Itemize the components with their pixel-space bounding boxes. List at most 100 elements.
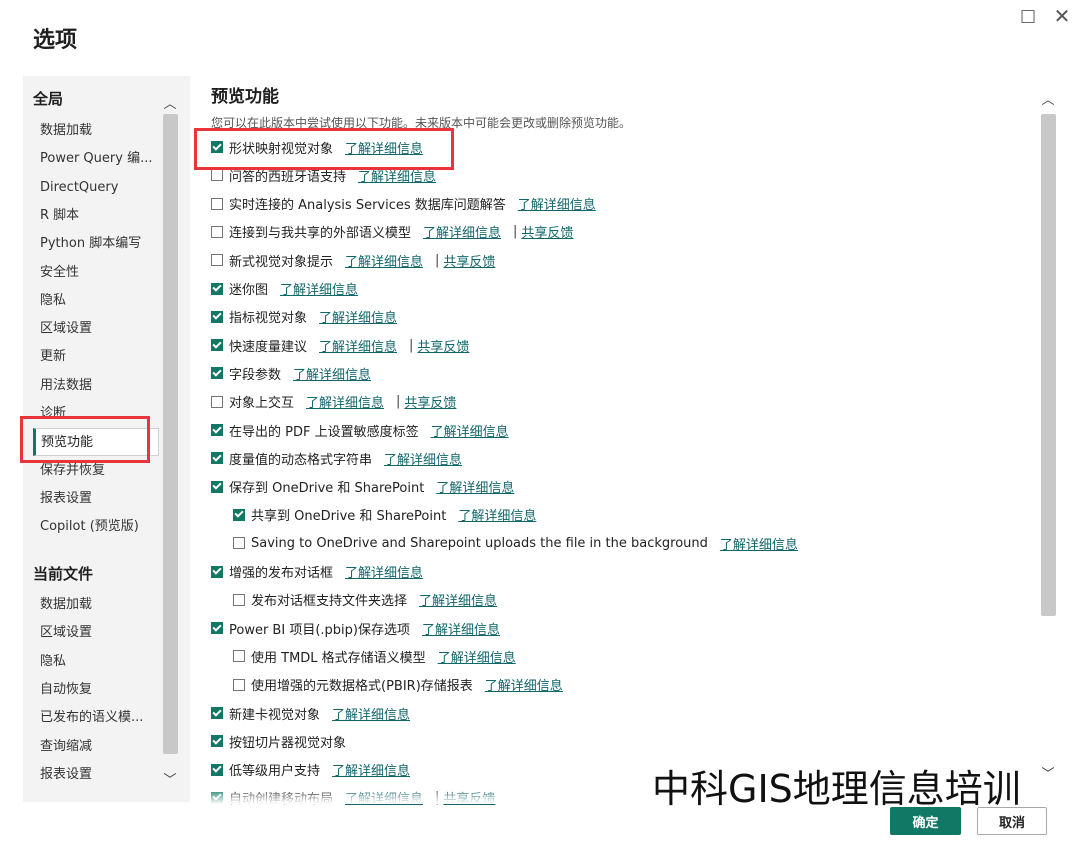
feature-label: 按钮切片器视觉对象 [229, 735, 347, 751]
sidebar-item[interactable]: 区域设置 [33, 315, 159, 343]
sidebar-scroll-thumb[interactable] [163, 114, 178, 754]
checkbox[interactable] [211, 452, 223, 465]
sidebar-scrollbar[interactable]: ︿ ﹀ [162, 92, 179, 792]
feature-option: 新建卡视觉对象 了解详细信息 [211, 702, 410, 724]
learn-more-link[interactable]: 了解详细信息 [280, 279, 358, 298]
main-scroll-thumb[interactable] [1041, 114, 1056, 616]
sidebar-item[interactable]: 数据加载 [33, 117, 159, 145]
sidebar-item[interactable]: 报表设置 [33, 761, 159, 789]
sidebar-item[interactable]: DirectQuery [33, 174, 159, 202]
checkbox[interactable] [211, 480, 223, 493]
learn-more-link[interactable]: 了解详细信息 [436, 477, 514, 496]
learn-more-link[interactable]: 了解详细信息 [720, 534, 798, 553]
learn-more-link[interactable]: 了解详细信息 [319, 336, 397, 355]
learn-more-link[interactable]: 了解详细信息 [422, 619, 500, 638]
checkbox[interactable] [211, 367, 223, 380]
checkbox[interactable] [233, 678, 245, 691]
checkbox[interactable] [211, 282, 223, 295]
learn-more-link[interactable]: 了解详细信息 [345, 251, 423, 270]
checkbox[interactable] [233, 650, 245, 663]
sidebar-item[interactable]: 预览功能 [33, 428, 159, 457]
ok-button[interactable]: 确定 [890, 807, 961, 835]
share-feedback-link[interactable]: 共享反馈 [417, 336, 469, 355]
checkbox[interactable] [211, 707, 223, 719]
sidebar-item[interactable]: 已发布的语义模... [33, 704, 159, 732]
sidebar-item[interactable]: 报表设置 [33, 485, 159, 513]
checkbox[interactable] [211, 339, 223, 352]
section-description: 您可以在此版本中尝试使用以下功能。未来版本中可能会更改或删除预览功能。 [211, 116, 632, 130]
feature-label: Power BI 项目(.pbip)保存选项 [229, 622, 410, 638]
feature-label: 低等级用户支持 [229, 764, 321, 780]
checkbox[interactable] [211, 735, 223, 748]
sidebar-item[interactable]: 诊断 [33, 400, 159, 428]
sidebar-item[interactable]: 安全性 [33, 259, 159, 287]
checkbox[interactable] [211, 141, 223, 153]
cancel-button[interactable]: 取消 [977, 807, 1047, 835]
learn-more-link[interactable]: 了解详细信息 [419, 590, 497, 609]
feature-option: 在导出的 PDF 上设置敏感度标签 了解详细信息 [211, 419, 509, 441]
checkbox[interactable] [233, 508, 245, 521]
sidebar-item[interactable]: 区域设置 [33, 619, 159, 647]
share-feedback-link[interactable]: 共享反馈 [521, 222, 573, 241]
separator: | [435, 252, 440, 268]
learn-more-link[interactable]: 了解详细信息 [332, 704, 410, 723]
checkbox[interactable] [211, 197, 223, 210]
checkbox[interactable] [233, 593, 245, 606]
learn-more-link[interactable]: 了解详细信息 [319, 307, 397, 326]
main-scrollbar[interactable]: ︿ ﹀ [1040, 88, 1057, 782]
learn-more-link[interactable]: 了解详细信息 [293, 364, 371, 383]
checkbox[interactable] [211, 622, 223, 635]
chevron-down-icon[interactable]: ﹀ [1040, 764, 1056, 782]
feature-label: 形状映射视觉对象 [229, 141, 334, 157]
learn-more-link[interactable]: 了解详细信息 [345, 562, 423, 581]
checkbox[interactable] [211, 254, 223, 267]
learn-more-link[interactable]: 了解详细信息 [358, 166, 436, 185]
sidebar-item[interactable]: 更新 [33, 343, 159, 371]
chevron-up-icon[interactable]: ︿ [162, 94, 178, 112]
sidebar-item[interactable]: 保存并恢复 [33, 457, 159, 485]
feature-option: 按钮切片器视觉对象 [211, 730, 346, 752]
learn-more-link[interactable]: 了解详细信息 [384, 449, 462, 468]
checkbox[interactable] [211, 565, 223, 578]
sidebar-item[interactable]: Python 脚本编写 [33, 230, 159, 258]
learn-more-link[interactable]: 了解详细信息 [332, 760, 410, 779]
checkbox[interactable] [233, 537, 245, 550]
sidebar-item[interactable]: 隐私 [33, 287, 159, 315]
checkbox[interactable] [211, 424, 223, 436]
learn-more-link[interactable]: 了解详细信息 [306, 392, 384, 411]
feature-label: 使用 TMDL 格式存储语义模型 [251, 650, 426, 666]
close-icon[interactable]: ✕ [1049, 4, 1075, 28]
sidebar-item[interactable]: 隐私 [33, 648, 159, 676]
learn-more-link[interactable]: 了解详细信息 [345, 138, 423, 157]
checkbox[interactable] [211, 225, 223, 238]
sidebar-item[interactable]: 查询缩减 [33, 733, 159, 761]
sidebar-item[interactable]: 用法数据 [33, 372, 159, 400]
sidebar-item[interactable]: R 脚本 [33, 202, 159, 230]
sidebar-item[interactable]: 数据加载 [33, 591, 159, 619]
checkbox[interactable] [211, 763, 223, 776]
share-feedback-link[interactable]: 共享反馈 [404, 392, 456, 411]
chevron-down-icon[interactable]: ﹀ [162, 770, 178, 788]
sidebar-item[interactable]: Power Query 编... [33, 145, 159, 173]
learn-more-link[interactable]: 了解详细信息 [431, 421, 509, 440]
learn-more-link[interactable]: 了解详细信息 [438, 647, 516, 666]
maximize-icon[interactable]: □ [1015, 4, 1041, 28]
learn-more-link[interactable]: 了解详细信息 [518, 194, 596, 213]
learn-more-link[interactable]: 了解详细信息 [458, 505, 536, 524]
sidebar-item[interactable]: Copilot (预览版) [33, 513, 159, 541]
feature-option: 迷你图 了解详细信息 [211, 278, 358, 300]
feature-label: 在导出的 PDF 上设置敏感度标签 [229, 424, 419, 440]
checkbox[interactable] [211, 395, 223, 408]
learn-more-link[interactable]: 了解详细信息 [485, 675, 563, 694]
sidebar-item[interactable]: 自动恢复 [33, 676, 159, 704]
checkbox[interactable] [211, 169, 223, 182]
feature-label: 使用增强的元数据格式(PBIR)存储报表 [251, 679, 473, 695]
dialog-title: 选项 [33, 28, 78, 53]
feature-option: 度量值的动态格式字符串 了解详细信息 [211, 447, 462, 469]
learn-more-link[interactable]: 了解详细信息 [423, 222, 501, 241]
feature-option: 发布对话框支持文件夹选择 了解详细信息 [233, 589, 497, 611]
checkbox[interactable] [211, 310, 223, 323]
chevron-up-icon[interactable]: ︿ [1040, 90, 1056, 108]
share-feedback-link[interactable]: 共享反馈 [443, 251, 495, 270]
sidebar-header-global: 全局 [33, 90, 64, 108]
